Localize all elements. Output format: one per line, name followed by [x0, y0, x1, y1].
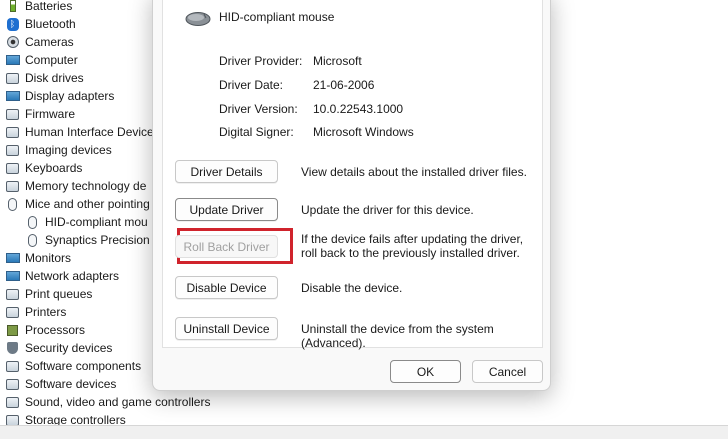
driver-details-button[interactable]: Driver Details: [175, 160, 278, 183]
tree-item-label: Cameras: [25, 35, 74, 49]
uninstall-device-description: Uninstall the device from the system (Ad…: [301, 322, 494, 350]
tree-item-label: Print queues: [25, 287, 93, 301]
driver-version-label: Driver Version:: [219, 102, 298, 116]
tree-item-printers[interactable]: Printers: [5, 303, 66, 321]
tree-item-display-adapters[interactable]: Display adapters: [5, 87, 114, 105]
tree-item-label: Memory technology de: [25, 179, 147, 193]
firmware-icon: [5, 108, 20, 121]
uninstall-device-button[interactable]: Uninstall Device: [175, 317, 278, 340]
tree-item-label: Imaging devices: [25, 143, 112, 157]
computer-icon: [5, 54, 20, 67]
disable-device-button[interactable]: Disable Device: [175, 276, 278, 299]
mouse-icon: [25, 215, 40, 229]
tree-item-label: Human Interface Device: [25, 125, 154, 139]
security-icon: [5, 342, 20, 355]
software-component-icon: [5, 360, 20, 373]
driver-version-value: 10.0.22543.1000: [313, 102, 404, 116]
mouse-icon: [5, 197, 20, 211]
bluetooth-icon: ᛒ: [5, 17, 20, 31]
display-adapter-icon: [5, 90, 20, 103]
driver-details-description: View details about the installed driver …: [301, 165, 527, 179]
tree-item-label: Disk drives: [25, 71, 84, 85]
tree-item-memory[interactable]: Memory technology de: [5, 177, 146, 195]
keyboard-icon: [5, 162, 20, 175]
disable-device-description: Disable the device.: [301, 281, 403, 295]
tree-item-computer[interactable]: Computer: [5, 51, 78, 69]
driver-date-value: 21-06-2006: [313, 78, 375, 92]
tree-item-label: Network adapters: [25, 269, 120, 283]
roll-back-driver-button[interactable]: Roll Back Driver: [175, 235, 278, 258]
tree-item-label: Synaptics Precision: [45, 233, 150, 247]
tree-item-label: Software components: [25, 359, 142, 373]
tree-item-processors[interactable]: Processors: [5, 321, 85, 339]
tree-item-software-devices[interactable]: Software devices: [5, 375, 116, 393]
printer-icon: [5, 306, 20, 319]
print-queue-icon: [5, 288, 20, 301]
driver-provider-label: Driver Provider:: [219, 54, 303, 68]
tree-item-bluetooth[interactable]: ᛒ Bluetooth: [5, 15, 76, 33]
tree-item-label: Batteries: [25, 0, 73, 13]
tree-item-label: Firmware: [25, 107, 75, 121]
tree-item-label: Printers: [25, 305, 67, 319]
tree-item-label: Computer: [25, 53, 78, 67]
tree-item-hid-mouse[interactable]: HID-compliant mou: [25, 213, 148, 231]
driver-date-label: Driver Date:: [219, 78, 284, 92]
tree-item-label: Software devices: [25, 377, 117, 391]
tree-item-disk-drives[interactable]: Disk drives: [5, 69, 84, 87]
tree-item-mice[interactable]: Mice and other pointing: [5, 195, 150, 213]
tree-item-keyboards[interactable]: Keyboards: [5, 159, 82, 177]
tree-item-imaging-devices[interactable]: Imaging devices: [5, 141, 112, 159]
processor-icon: [5, 324, 20, 337]
tree-item-monitors[interactable]: Monitors: [5, 249, 71, 267]
imaging-icon: [5, 144, 20, 157]
tree-item-label: Monitors: [25, 251, 72, 265]
tree-item-hid[interactable]: Human Interface Device: [5, 123, 154, 141]
horizontal-scrollbar[interactable]: [0, 425, 728, 439]
tree-item-sound[interactable]: Sound, video and game controllers: [5, 393, 210, 411]
tree-item-synaptics[interactable]: Synaptics Precision: [25, 231, 150, 249]
tree-item-label: Sound, video and game controllers: [25, 395, 211, 409]
tree-item-label: Display adapters: [25, 89, 115, 103]
device-name: HID-compliant mouse: [219, 10, 335, 24]
sound-icon: [5, 396, 20, 409]
mouse-icon: [185, 12, 211, 26]
mouse-icon: [25, 233, 40, 247]
software-device-icon: [5, 378, 20, 391]
tree-item-software-components[interactable]: Software components: [5, 357, 141, 375]
tree-item-label: Mice and other pointing: [25, 197, 150, 211]
tree-item-security-devices[interactable]: Security devices: [5, 339, 112, 357]
roll-back-driver-description: If the device fails after updating the d…: [301, 232, 524, 260]
driver-properties-dialog: HID-compliant mouse Driver Provider: Mic…: [152, 0, 551, 391]
memory-icon: [5, 180, 20, 193]
driver-tab-panel: HID-compliant mouse Driver Provider: Mic…: [162, 0, 543, 350]
battery-icon: [5, 0, 20, 13]
tree-item-batteries[interactable]: Batteries: [5, 0, 72, 15]
tree-item-network-adapters[interactable]: Network adapters: [5, 267, 119, 285]
update-driver-button[interactable]: Update Driver: [175, 198, 278, 221]
cancel-button[interactable]: Cancel: [472, 360, 543, 383]
ok-button[interactable]: OK: [390, 360, 461, 383]
tree-item-print-queues[interactable]: Print queues: [5, 285, 92, 303]
hid-icon: [5, 126, 20, 139]
tree-item-cameras[interactable]: Cameras: [5, 33, 74, 51]
disk-drive-icon: [5, 72, 20, 85]
tree-item-firmware[interactable]: Firmware: [5, 105, 75, 123]
tree-item-label: HID-compliant mou: [45, 215, 148, 229]
update-driver-description: Update the driver for this device.: [301, 203, 474, 217]
monitor-icon: [5, 252, 20, 265]
digital-signer-value: Microsoft Windows: [313, 125, 414, 139]
tree-item-label: Keyboards: [25, 161, 83, 175]
tree-item-label: Processors: [25, 323, 86, 337]
camera-icon: [5, 36, 20, 49]
network-icon: [5, 270, 20, 283]
digital-signer-label: Digital Signer:: [219, 125, 294, 139]
tree-item-label: Bluetooth: [25, 17, 76, 31]
tree-item-label: Security devices: [25, 341, 113, 355]
driver-provider-value: Microsoft: [313, 54, 362, 68]
